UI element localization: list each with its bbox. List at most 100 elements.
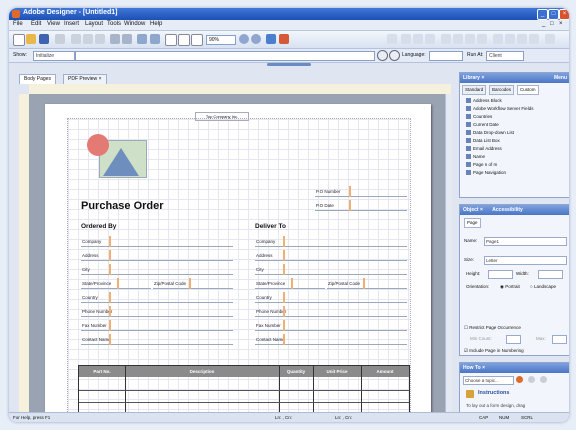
ordered-by-heading[interactable]: Ordered By	[81, 223, 116, 230]
design-canvas[interactable]: Top Company Inc. Purchase Order P.O Numb…	[29, 94, 451, 422]
language-select[interactable]	[429, 51, 463, 61]
align-right-icon[interactable]	[465, 34, 475, 44]
howto-back-icon[interactable]	[528, 376, 535, 383]
cut-icon[interactable]	[71, 34, 81, 44]
ordered-by-field[interactable]: Zip/Postal Code	[153, 278, 233, 289]
menu-doc-close[interactable]: ×	[559, 21, 563, 27]
logo-image[interactable]	[83, 134, 149, 182]
deliver-to-field[interactable]: Country	[255, 292, 407, 303]
include-checkbox[interactable]: ☑ Include Page in Numbering	[464, 348, 524, 354]
ordered-by-field[interactable]: Phone Number	[81, 306, 233, 317]
object-header[interactable]: Object × Accessibility	[460, 205, 569, 215]
company-header[interactable]: Top Company Inc.	[195, 112, 249, 121]
accessibility-tab-label[interactable]: Accessibility	[492, 207, 523, 213]
height-input[interactable]	[488, 270, 513, 279]
menu-layout[interactable]: Layout	[85, 21, 103, 27]
italic-icon[interactable]	[413, 34, 423, 44]
library-item[interactable]: Page n of m	[466, 161, 497, 168]
deliver-to-field[interactable]: Contact Name	[255, 334, 407, 345]
paste-icon[interactable]	[95, 34, 105, 44]
portrait-radio[interactable]: ◉ Portrait	[500, 284, 520, 290]
library-tab-barcodes[interactable]: Barcodes	[489, 85, 515, 95]
align-left-icon[interactable]	[441, 34, 451, 44]
library-menu-button[interactable]: Menu	[554, 73, 567, 83]
minimize-button[interactable]: _	[537, 9, 548, 20]
page-icon[interactable]	[165, 34, 177, 46]
canvas-scrollbar[interactable]	[445, 94, 452, 422]
script-editor-field[interactable]	[75, 51, 375, 61]
redo-icon[interactable]	[122, 34, 132, 44]
ordered-by-field[interactable]: Contact Name	[81, 334, 233, 345]
ordered-by-field[interactable]: Address	[81, 250, 233, 261]
menu-doc-minimize[interactable]: _	[542, 21, 545, 27]
library-item[interactable]: Current Date	[466, 121, 499, 128]
object-tab-label[interactable]: Object	[463, 207, 479, 213]
bold-icon[interactable]	[401, 34, 411, 44]
library-item[interactable]: Address Block	[466, 97, 502, 104]
tab-body-pages[interactable]: Body Pages	[19, 74, 56, 84]
width-input[interactable]	[538, 270, 563, 279]
deliver-to-field[interactable]: Address	[255, 250, 407, 261]
deliver-to-field[interactable]: Zip/Postal Code	[327, 278, 407, 289]
menu-window[interactable]: Window	[124, 21, 145, 27]
menu-view[interactable]: View	[47, 21, 60, 27]
library-tab-custom[interactable]: Custom	[517, 85, 539, 95]
library-item[interactable]: Page Navigation	[466, 169, 506, 176]
print-icon[interactable]	[55, 34, 65, 44]
distribute-icon[interactable]	[493, 34, 503, 44]
ordered-by-field[interactable]: Company	[81, 236, 233, 247]
zoom-select[interactable]: 90%	[206, 35, 236, 45]
align-middle-icon[interactable]	[517, 34, 527, 44]
library-item[interactable]: Name	[466, 153, 485, 160]
save-icon[interactable]	[39, 34, 49, 44]
name-input[interactable]: Page1	[484, 237, 567, 246]
deliver-to-field[interactable]: Phone Number	[255, 306, 407, 317]
howto-topic-select[interactable]: Choose a topic...	[463, 376, 514, 385]
object-subtab-page[interactable]: Page	[464, 218, 481, 228]
menu-help[interactable]: Help	[150, 21, 162, 27]
howto-home-icon[interactable]	[516, 376, 523, 383]
splitter-handle[interactable]	[267, 63, 311, 66]
library-item[interactable]: Data Drop-down List	[466, 129, 514, 136]
min-count-input[interactable]	[506, 335, 521, 344]
howto-header[interactable]: How To ×	[460, 363, 569, 373]
library-header[interactable]: Library × Menu	[460, 73, 569, 83]
justify-icon[interactable]	[477, 34, 487, 44]
show-select[interactable]: Initialize	[33, 51, 75, 61]
deliver-to-field[interactable]: City	[255, 264, 407, 275]
restrict-checkbox[interactable]: ☐ Restrict Page Occurrence	[464, 325, 521, 331]
menu-edit[interactable]: Edit	[31, 21, 41, 27]
align-center-icon[interactable]	[453, 34, 463, 44]
copy-icon[interactable]	[83, 34, 93, 44]
align-top-icon[interactable]	[505, 34, 515, 44]
tab-pdf-preview[interactable]: PDF Preview ×	[63, 74, 107, 84]
library-item[interactable]: Adobe Workflow Server Fields	[466, 105, 533, 112]
grid-icon[interactable]	[545, 34, 555, 44]
preview-icon[interactable]	[266, 34, 276, 44]
library-tab-standard[interactable]: Standard	[462, 85, 487, 95]
library-item[interactable]: Email Address	[466, 145, 502, 152]
zoom-out-icon[interactable]	[251, 34, 261, 44]
ordered-by-field[interactable]: Fax Number	[81, 320, 233, 331]
open-icon[interactable]	[26, 34, 36, 44]
library-item[interactable]: Countries	[466, 113, 492, 120]
howto-forward-icon[interactable]	[540, 376, 547, 383]
align-bottom-icon[interactable]	[529, 34, 539, 44]
page-three-icon[interactable]	[191, 34, 203, 46]
runat-select[interactable]: Client	[486, 51, 524, 61]
ordered-by-field[interactable]: Country	[81, 292, 233, 303]
font-size-icon[interactable]	[387, 34, 397, 44]
po-number-field[interactable]: P.O Number	[315, 186, 407, 197]
po-date-field[interactable]: P.O Date	[315, 200, 407, 211]
table-icon[interactable]	[150, 34, 160, 44]
deliver-to-field[interactable]: State/Province	[255, 278, 325, 289]
max-input[interactable]	[552, 335, 567, 344]
expand-icon[interactable]	[389, 50, 400, 61]
ordered-by-field[interactable]: State/Province	[81, 278, 151, 289]
deliver-to-field[interactable]: Company	[255, 236, 407, 247]
underline-icon[interactable]	[425, 34, 435, 44]
check-icon[interactable]	[279, 34, 289, 44]
menu-file[interactable]: File	[13, 21, 23, 27]
library-item[interactable]: Data List Box	[466, 137, 500, 144]
menu-insert[interactable]: Insert	[64, 21, 79, 27]
